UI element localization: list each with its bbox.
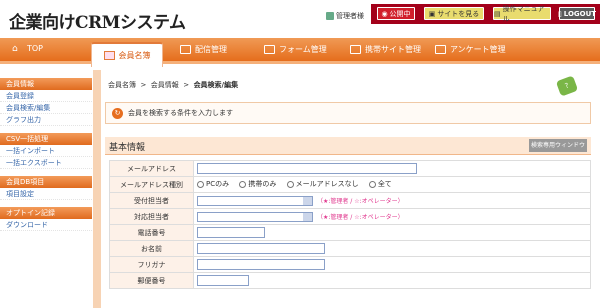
nav-mobile[interactable]: 携帯サイト管理 <box>350 44 421 55</box>
sidebar-header-optin: オプトイン記録 <box>0 207 92 219</box>
breadcrumb: 会員名簿 > 会員情報 > 会員検索/編集 <box>108 81 239 89</box>
help-icon[interactable]: ? <box>555 75 579 97</box>
refresh-icon: ↻ <box>112 107 123 119</box>
app-logo: 企業向けCRMシステム <box>9 13 186 33</box>
search-window-button[interactable]: 検索専用ウィンドウ <box>529 139 587 152</box>
sidebar-item-graph[interactable]: グラフ出力 <box>0 114 92 126</box>
name-field[interactable] <box>197 243 325 254</box>
admin-text: 管理者様 <box>336 12 364 20</box>
admin-label: 管理者様 <box>326 11 364 21</box>
manual-button[interactable]: ▤ 操作マニュアル <box>493 5 551 23</box>
window-icon: ▣ <box>428 9 436 18</box>
form-row: 電話番号 <box>109 224 591 241</box>
hint-box: ↻ 会員を検索する条件を入力します <box>105 102 591 124</box>
public-button[interactable]: ◉ 公開中 <box>377 7 415 20</box>
handler-select[interactable] <box>197 211 313 222</box>
main-nav: ⌂ TOP 配信管理 フォーム管理 携帯サイト管理 アンケート管理 <box>0 38 600 64</box>
members-icon <box>103 51 115 60</box>
section-title: 基本情報 <box>109 143 146 153</box>
home-icon: ⌂ <box>12 44 18 54</box>
sidebar-item-register[interactable]: 会員登録 <box>0 90 92 102</box>
email-type-label: メールアドレス種別 <box>109 176 194 193</box>
furigana-label: フリガナ <box>109 256 194 273</box>
sidebar-item-fields[interactable]: 項目設定 <box>0 188 92 200</box>
sidebar-item-search[interactable]: 会員検索/編集 <box>0 102 92 114</box>
logout-button[interactable]: ▯ LOGOUT <box>557 7 596 20</box>
radio-all[interactable]: 全て <box>368 179 392 189</box>
sidebar-header-members: 会員情報 <box>0 78 92 90</box>
view-site-button[interactable]: ▣ サイトを見る <box>424 7 484 20</box>
globe-icon: ◉ <box>381 9 388 18</box>
form-row: フリガナ <box>109 256 591 273</box>
breadcrumb-current: 会員検索/編集 <box>193 81 239 89</box>
user-icon <box>326 12 334 20</box>
reception-label: 受付担当者 <box>109 192 194 209</box>
breadcrumb-members[interactable]: 会員名簿 <box>108 81 136 89</box>
sidebar: 会員情報 会員登録 会員検索/編集 グラフ出力 CSV一括処理 一括インポート … <box>0 78 92 308</box>
nav-members[interactable]: 会員名簿 <box>91 42 163 67</box>
reception-select[interactable] <box>197 195 313 206</box>
header: 企業向けCRMシステム 管理者様 ◉ 公開中 ▣ サイトを見る ▤ 操作マニュアル ▯… <box>0 0 600 38</box>
top-buttons: ◉ 公開中 ▣ サイトを見る ▤ 操作マニュアル ▯ LOGOUT <box>371 4 600 24</box>
form-row: 郵便番号 <box>109 272 591 289</box>
email-field[interactable] <box>197 163 417 174</box>
postal-field[interactable] <box>197 275 249 286</box>
phone-label: 電話番号 <box>109 224 194 241</box>
sidebar-item-download[interactable]: ダウンロード <box>0 219 92 231</box>
door-icon: ▯ <box>557 9 562 18</box>
sidebar-header-db: 会員DB項目 <box>0 176 92 188</box>
nav-form[interactable]: フォーム管理 <box>264 44 327 55</box>
furigana-field[interactable] <box>197 259 325 270</box>
divider <box>93 70 101 308</box>
search-form: メールアドレス メールアドレス種別 PCのみ 携帯のみ メールアドレスなし 全て… <box>109 160 591 289</box>
handler-label: 対応担当者 <box>109 208 194 225</box>
name-label: お名前 <box>109 240 194 257</box>
mobile-icon <box>350 45 361 54</box>
sidebar-header-csv: CSV一括処理 <box>0 133 92 145</box>
phone-field[interactable] <box>197 227 265 238</box>
book-icon: ▤ <box>494 9 501 18</box>
survey-icon <box>435 45 446 54</box>
role-legend: （★:管理者 / ☆:オペレーター） <box>317 197 404 205</box>
section-header: 基本情報 検索専用ウィンドウ <box>105 137 591 155</box>
breadcrumb-info[interactable]: 会員情報 <box>151 81 179 89</box>
form-row: メールアドレス種別 PCのみ 携帯のみ メールアドレスなし 全て <box>109 176 591 193</box>
form-row: メールアドレス <box>109 160 591 177</box>
form-row: 対応担当者 （★:管理者 / ☆:オペレーター） <box>109 208 591 225</box>
role-legend: （★:管理者 / ☆:オペレーター） <box>317 213 404 221</box>
form-icon <box>264 45 275 54</box>
radio-none[interactable]: メールアドレスなし <box>286 179 359 189</box>
radio-pc[interactable]: PCのみ <box>197 179 229 189</box>
hint-text: 会員を検索する条件を入力します <box>128 109 233 117</box>
form-row: お名前 <box>109 240 591 257</box>
radio-mobile[interactable]: 携帯のみ <box>239 179 276 189</box>
postal-label: 郵便番号 <box>109 272 194 289</box>
nav-top[interactable]: ⌂ TOP <box>12 44 43 54</box>
sidebar-item-export[interactable]: 一括エクスポート <box>0 157 92 169</box>
email-label: メールアドレス <box>109 160 194 177</box>
nav-delivery[interactable]: 配信管理 <box>180 44 227 55</box>
sidebar-item-import[interactable]: 一括インポート <box>0 145 92 157</box>
mail-icon <box>180 45 191 54</box>
form-row: 受付担当者 （★:管理者 / ☆:オペレーター） <box>109 192 591 209</box>
nav-survey[interactable]: アンケート管理 <box>435 44 506 55</box>
